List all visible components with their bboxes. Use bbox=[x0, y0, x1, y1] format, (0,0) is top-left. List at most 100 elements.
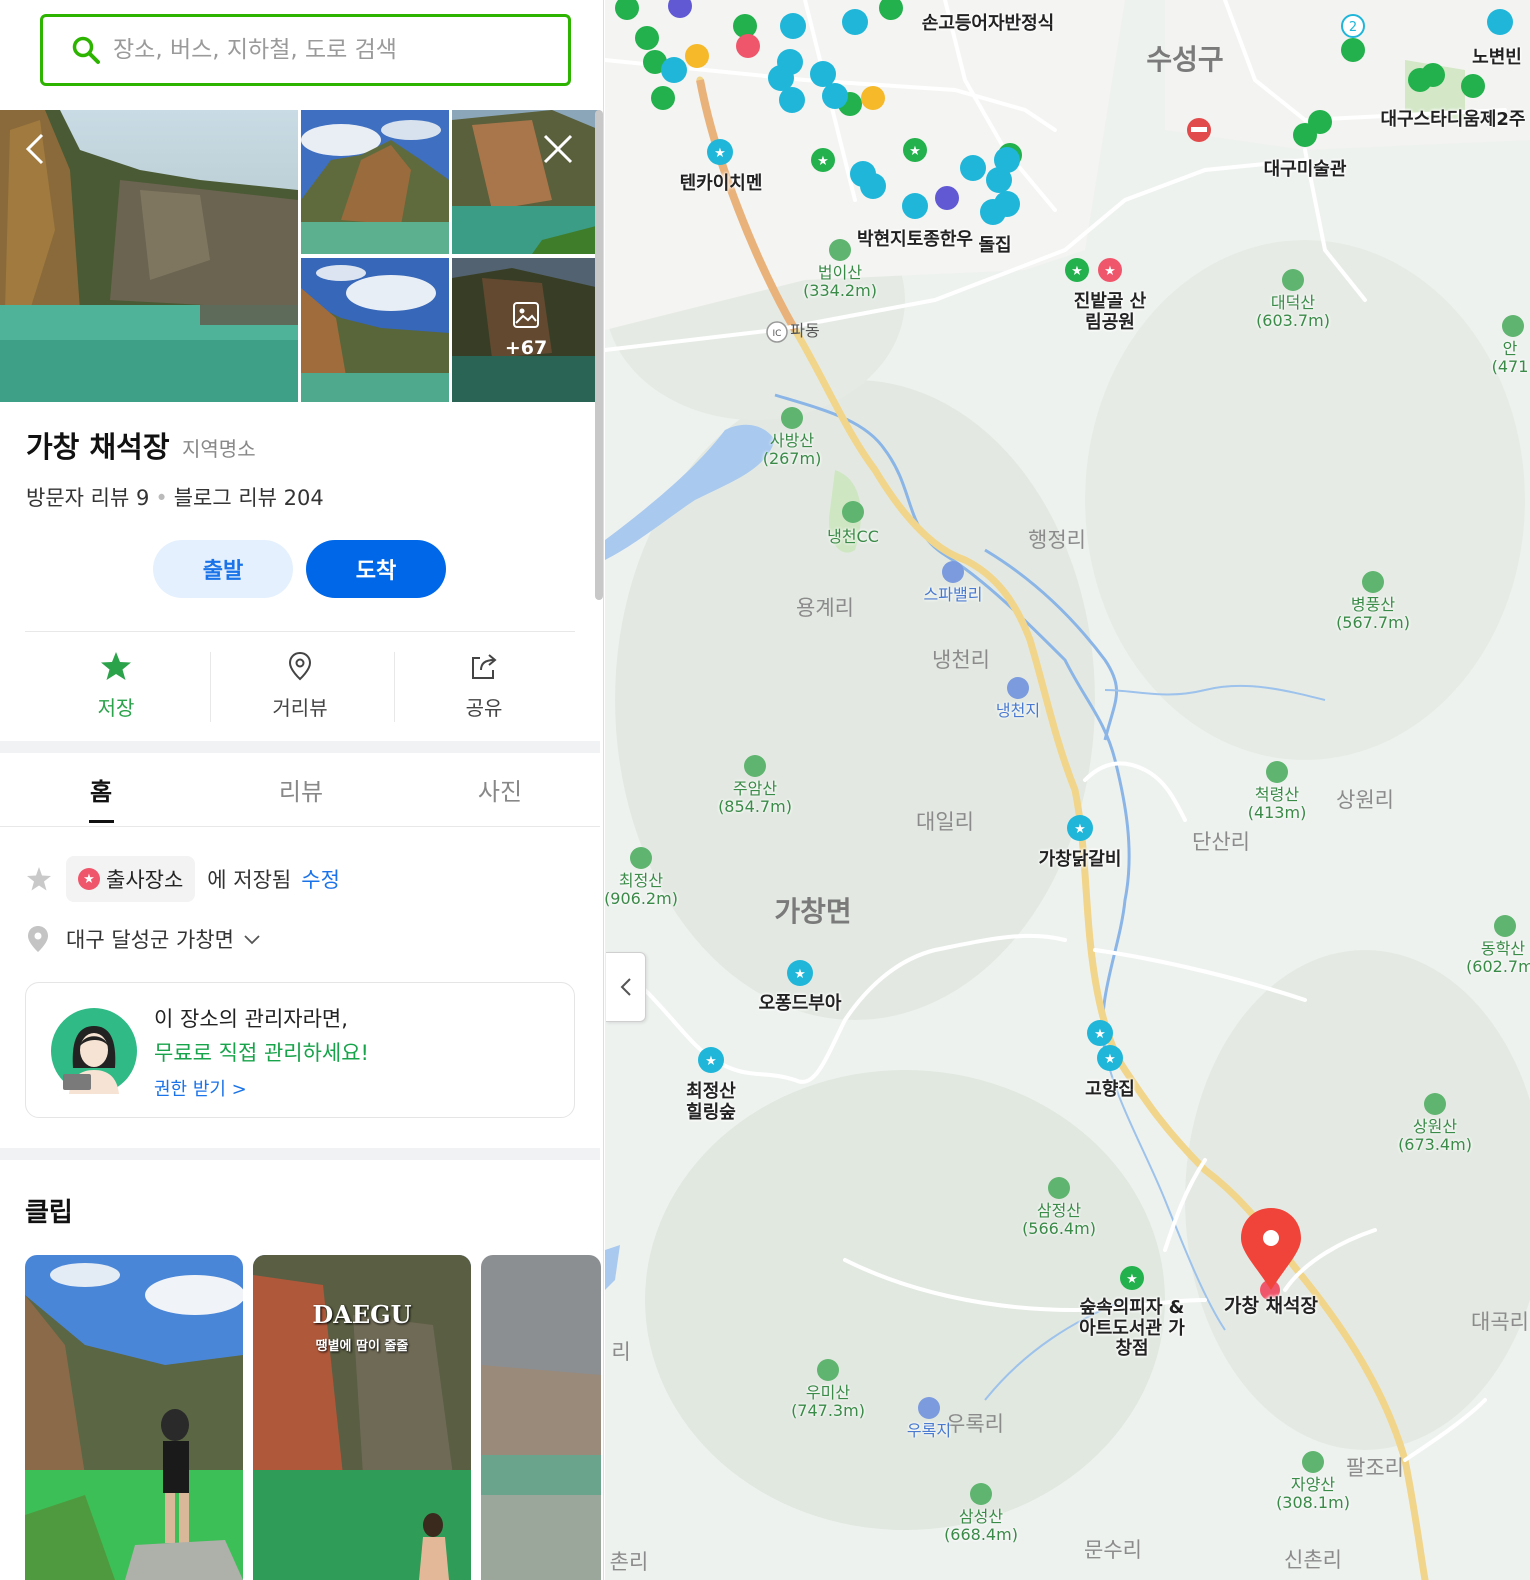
mountain-height: (471 bbox=[1491, 357, 1529, 377]
poi-label[interactable]: 우록지 bbox=[907, 1421, 951, 1440]
mountain-name: 주암산 bbox=[732, 779, 778, 798]
poi-label[interactable]: 냉천지 bbox=[996, 701, 1040, 720]
poi-label[interactable]: 대구미술관 bbox=[1264, 159, 1347, 181]
mountain-name: 우미산 bbox=[805, 1383, 851, 1402]
poi-label[interactable]: 파동 bbox=[790, 321, 819, 340]
arrive-button[interactable]: 도착 bbox=[306, 540, 446, 598]
poi-label[interactable]: 진밭골 산림공원 bbox=[1070, 291, 1150, 333]
poi-label[interactable]: 돌집 bbox=[978, 235, 1011, 257]
place-panel: +67 가창 채석장 지역명소 방문자 리뷰 9•블로그 리뷰 204 출발 도… bbox=[0, 0, 604, 1580]
mountain-name: 안 bbox=[1502, 339, 1518, 358]
visitor-review-link[interactable]: 방문자 리뷰 9 bbox=[26, 486, 149, 510]
mountain-height: (334.2m) bbox=[803, 281, 877, 301]
poi-label[interactable]: 대구스타디움제2주 bbox=[1380, 109, 1525, 131]
mountain-height: (668.4m) bbox=[944, 1525, 1018, 1545]
separator-dot: • bbox=[155, 486, 168, 510]
poi-label[interactable]: 숲속의피자 &아트도서관 가창점 bbox=[1077, 1297, 1187, 1360]
mountain-label: 삼정산 (566.4m) bbox=[1022, 1201, 1096, 1239]
photo-gallery[interactable]: +67 bbox=[0, 110, 600, 402]
mountain-label: 법이산 (334.2m) bbox=[803, 263, 877, 301]
section-divider bbox=[0, 741, 600, 753]
mountain-name: 삼성산 bbox=[958, 1507, 1004, 1526]
review-counts: 방문자 리뷰 9 • 블로그 리뷰 204 bbox=[26, 482, 324, 512]
claim-permission-link[interactable]: 권한 받기 > bbox=[154, 1075, 247, 1101]
svg-text:★: ★ bbox=[817, 154, 829, 169]
poi-label[interactable]: 냉천CC bbox=[827, 527, 879, 546]
map-view[interactable]: IC 2 ★ ★ ★ ★ ★ ★ ★ ★ ★ ★ ★ 수성구 행정리 용계리 냉… bbox=[605, 0, 1530, 1580]
mountain-label: 사방산 (267m) bbox=[762, 431, 822, 469]
saved-list-chip[interactable]: ★ 출사장소 bbox=[66, 856, 196, 902]
location-pin-icon bbox=[28, 926, 48, 952]
save-button[interactable]: 저장 bbox=[26, 650, 206, 721]
mountain-name: 대덕산 bbox=[1270, 293, 1316, 312]
poi-label[interactable]: 오퐁드부아 bbox=[759, 993, 842, 1015]
street-view-button[interactable]: 거리뷰 bbox=[210, 650, 390, 721]
tab-review[interactable]: 리뷰 bbox=[241, 772, 361, 807]
share-button[interactable]: 공유 bbox=[394, 650, 574, 721]
mountain-height: (602.7m) bbox=[1466, 957, 1530, 977]
search-input[interactable] bbox=[113, 37, 553, 63]
area-label: 행정리 bbox=[1028, 528, 1086, 552]
mountain-height: (854.7m) bbox=[718, 797, 792, 817]
area-label: 우록리 bbox=[946, 1412, 1004, 1436]
svg-text:★: ★ bbox=[714, 146, 726, 161]
mountain-name: 척령산 bbox=[1254, 785, 1300, 804]
poi-label[interactable]: 고향집 bbox=[1085, 1079, 1135, 1101]
mountain-height: (267m) bbox=[762, 449, 822, 469]
area-label: 수성구 bbox=[1146, 43, 1224, 76]
share-label: 공유 bbox=[465, 696, 503, 720]
poi-label[interactable]: 박현지토종한우 bbox=[857, 229, 973, 251]
mountain-name: 상원산 bbox=[1412, 1117, 1458, 1136]
list-star-icon: ★ bbox=[78, 868, 100, 890]
poi-label[interactable]: 스파밸리 bbox=[924, 585, 983, 604]
photo-thumb[interactable] bbox=[301, 110, 449, 254]
poi-label[interactable]: 최정산 힐링숲 bbox=[681, 1081, 741, 1123]
edit-link[interactable]: 수정 bbox=[301, 864, 340, 894]
area-label: 문수리 bbox=[1084, 1538, 1142, 1562]
saved-suffix: 에 저장됨 bbox=[207, 868, 292, 892]
chevron-left-icon bbox=[620, 978, 631, 996]
poi-label[interactable]: 텐카이치멘 bbox=[680, 173, 763, 195]
poi-label[interactable]: 손고등어자반정식 bbox=[922, 13, 1054, 35]
section-divider bbox=[0, 1148, 600, 1160]
area-label: 용계리 bbox=[796, 596, 854, 620]
tab-home[interactable]: 홈 bbox=[41, 772, 161, 807]
poi-label[interactable]: 가창닭갈비 bbox=[1039, 849, 1122, 871]
close-icon[interactable] bbox=[540, 131, 576, 167]
clip-thumbnail[interactable] bbox=[481, 1255, 601, 1580]
mountain-name: 동학산 bbox=[1480, 939, 1526, 958]
owner-claim-card[interactable]: 이 장소의 관리자라면, 무료로 직접 관리하세요! 권한 받기 > bbox=[25, 982, 575, 1118]
blog-review-link[interactable]: 블로그 리뷰 204 bbox=[174, 486, 324, 510]
mountain-label: 동학산(602.7m) bbox=[1466, 939, 1530, 977]
chevron-left-icon[interactable] bbox=[18, 131, 54, 167]
mountain-height: (413m) bbox=[1247, 803, 1307, 823]
clip-caption: DAEGU bbox=[312, 1300, 412, 1329]
depart-button[interactable]: 출발 bbox=[153, 540, 293, 598]
mountain-label: 자양산 (308.1m) bbox=[1276, 1475, 1350, 1513]
destination-label[interactable]: 가창 채석장 bbox=[1224, 1295, 1318, 1318]
saved-list-name: 출사장소 bbox=[106, 868, 184, 892]
mountain-name: 최정산 bbox=[618, 871, 664, 890]
area-label: 팔조리 bbox=[1346, 1456, 1404, 1480]
mountain-height: (906.2m) bbox=[605, 889, 678, 909]
mountain-name: 법이산 bbox=[817, 263, 863, 282]
more-photos-overlay[interactable]: +67 bbox=[452, 258, 600, 402]
tab-photo[interactable]: 사진 bbox=[440, 772, 560, 807]
svg-text:★: ★ bbox=[1094, 1027, 1106, 1042]
avatar bbox=[51, 1008, 137, 1094]
mountain-height: (566.4m) bbox=[1022, 1219, 1096, 1239]
more-photos-count: +67 bbox=[504, 337, 548, 359]
mountain-label: 주암산 (854.7m) bbox=[718, 779, 792, 817]
divider bbox=[25, 631, 575, 632]
search-box[interactable] bbox=[40, 14, 571, 86]
mountain-height: (308.1m) bbox=[1276, 1493, 1350, 1513]
poi-label[interactable]: 노변빈 bbox=[1472, 47, 1522, 69]
panel-collapse-button[interactable] bbox=[606, 952, 646, 1022]
photo-thumb[interactable] bbox=[452, 110, 600, 254]
photo-thumb[interactable] bbox=[301, 258, 449, 402]
address-row[interactable]: 대구 달성군 가창면 bbox=[26, 924, 262, 954]
mountain-name: 자양산 bbox=[1290, 1475, 1336, 1494]
scrollbar[interactable] bbox=[595, 110, 603, 600]
clip-thumbnail[interactable] bbox=[25, 1255, 243, 1580]
clip-thumbnail[interactable]: DAEGU 땡볕에 땀이 줄줄 bbox=[253, 1255, 471, 1580]
